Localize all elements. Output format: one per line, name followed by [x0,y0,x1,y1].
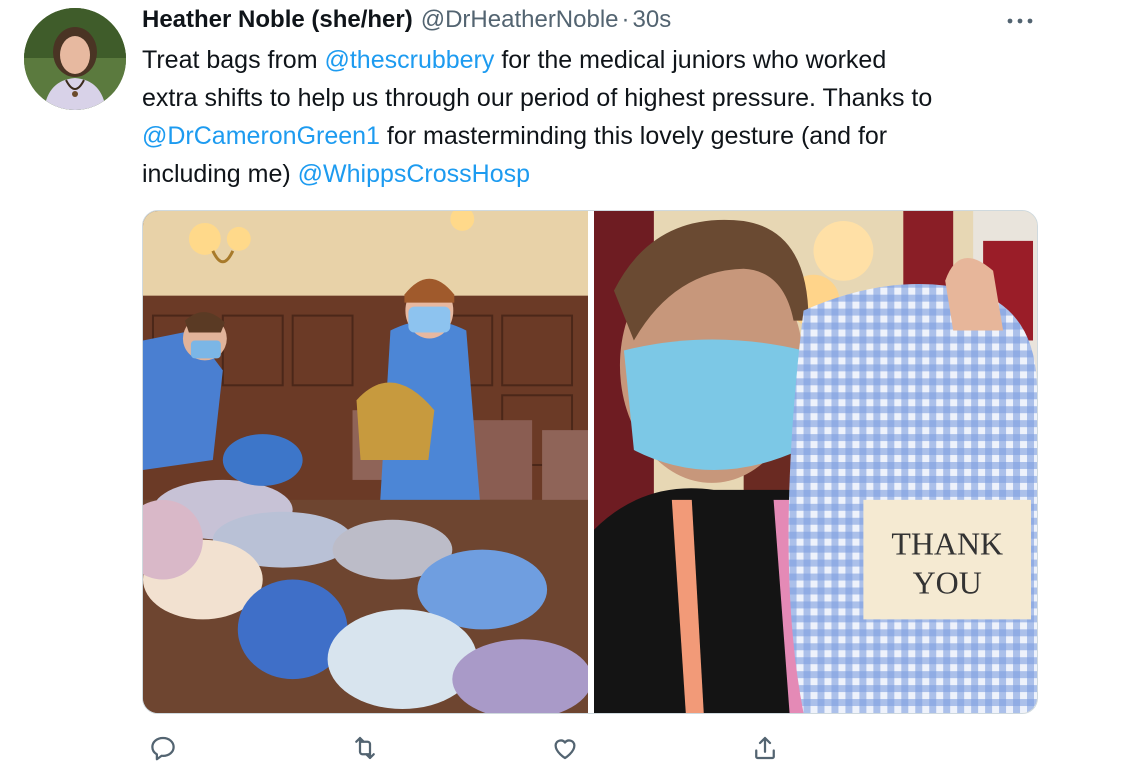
retweet-button[interactable] [342,725,388,771]
like-icon [554,739,576,760]
mention-whippscrosshosp[interactable]: @WhippsCrossHosp [298,160,530,188]
reply-button[interactable] [140,725,186,771]
tweet-text-line-3: @DrCameronGreen1 for masterminding this … [142,117,1102,155]
author-avatar[interactable] [24,8,126,110]
share-icon [755,736,775,760]
separator-dot: · [621,6,630,33]
like-button[interactable] [542,725,588,771]
photo-thank-you-bag[interactable]: THANK YOU [594,211,1037,713]
mention-drcamerongreen1[interactable]: @DrCameronGreen1 [142,122,380,150]
mention-thescrubbery[interactable]: @thescrubbery [324,46,494,74]
tweet-actions [142,725,802,771]
avatar-image [24,8,126,110]
photo-treat-bags-table[interactable] [143,211,588,713]
tweet-timestamp[interactable]: 30s [633,6,672,34]
share-button[interactable] [742,725,788,771]
tweet-text: Treat bags from @thescrubbery for the me… [142,41,1102,193]
tweet-header: Heather Noble (she/her) @DrHeatherNoble … [142,6,671,38]
tweet-media: THANK YOU [142,210,1038,714]
author-handle[interactable]: @DrHeatherNoble [421,6,619,34]
photo-2-image: THANK YOU [594,211,1037,713]
retweet-icon [355,736,375,760]
tweet-text-line-2: extra shifts to help us through our peri… [142,84,933,112]
tweet-text-line-4: including me) @WhippsCrossHosp [142,155,1102,193]
reply-icon [151,736,175,761]
more-options-button[interactable] [1000,6,1040,36]
tweet-text-line-1: Treat bags from @thescrubbery for the me… [142,41,1102,79]
text-segment: including me) [142,160,298,188]
bag-thank-text: THANK [891,527,1003,562]
text-segment: Treat bags from [142,46,325,74]
more-icon [1007,18,1033,24]
author-name[interactable]: Heather Noble (she/her) [142,6,413,34]
photo-1-image [143,211,588,713]
bag-you-text: YOU [913,566,982,601]
text-segment: for masterminding this lovely gesture (a… [379,122,888,150]
text-segment: for the medical juniors who worked [494,46,887,74]
